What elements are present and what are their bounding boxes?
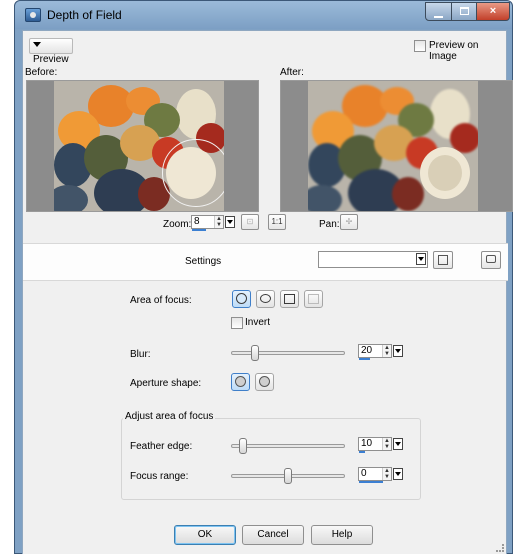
rectangle-disabled-icon	[308, 294, 319, 304]
dialog-window: Depth of Field × Preview Preview on Imag…	[14, 0, 513, 554]
after-preview-pane	[280, 80, 513, 212]
settings-label: Settings	[185, 256, 222, 267]
feather-edge-level-bar	[359, 451, 365, 453]
zoom-spinbox[interactable]: 8 ▲ ▼	[191, 215, 224, 229]
pan-label: Pan:	[319, 219, 340, 230]
zoom-label: Zoom:	[163, 219, 192, 230]
settings-dropdown-button[interactable]	[416, 253, 426, 265]
focus-range-value: 0	[361, 468, 367, 479]
one-to-one-icon[interactable]: 1:1	[268, 214, 286, 230]
adjust-area-group	[121, 418, 421, 500]
lasso-icon	[260, 294, 271, 303]
blur-value: 20	[361, 345, 373, 356]
focus-range-slider-thumb[interactable]	[284, 468, 292, 484]
feather-edge-spinbox[interactable]: 10 ▲ ▼	[358, 437, 392, 451]
circle-icon	[236, 293, 247, 304]
settings-preset-select[interactable]	[318, 251, 428, 268]
resize-grip-icon[interactable]	[496, 544, 504, 552]
before-label: Before:	[25, 67, 58, 78]
after-label: After:	[280, 67, 304, 78]
lasso-focus-button[interactable]	[256, 290, 275, 308]
aperture-round-button[interactable]	[255, 373, 274, 391]
focus-range-level-bar	[359, 481, 383, 483]
rectangle-focus-button[interactable]	[280, 290, 299, 308]
spin-arrows-icon[interactable]: ▲ ▼	[382, 468, 391, 480]
adjust-area-group-title: Adjust area of focus	[123, 411, 216, 422]
blur-label: Blur:	[130, 349, 151, 360]
focus-range-spinbox[interactable]: 0 ▲ ▼	[358, 467, 392, 481]
zoom-value: 8	[194, 216, 200, 227]
cancel-button[interactable]: Cancel	[242, 525, 304, 545]
pan-icon[interactable]: ✢	[340, 214, 358, 230]
blur-dropdown-button[interactable]	[393, 345, 403, 357]
blur-slider-thumb[interactable]	[251, 345, 259, 361]
rectangle-disabled-button	[304, 290, 323, 308]
feather-edge-value: 10	[361, 438, 373, 449]
round-aperture-icon	[259, 376, 270, 387]
preset-options-icon[interactable]	[481, 251, 501, 269]
preview-toggle-label: Preview	[33, 54, 69, 65]
spin-arrows-icon[interactable]: ▲ ▼	[214, 216, 223, 228]
preview-toggle[interactable]: Preview	[29, 38, 73, 65]
help-button[interactable]: Help	[311, 525, 373, 545]
save-preset-icon[interactable]	[433, 251, 453, 269]
blur-level-bar	[359, 358, 370, 360]
feather-edge-label: Feather edge:	[130, 441, 193, 452]
app-icon	[25, 8, 41, 22]
blur-spinbox[interactable]: 20 ▲ ▼	[358, 344, 392, 358]
invert-label: Invert	[245, 317, 271, 328]
titlebar[interactable]: Depth of Field ×	[15, 1, 512, 29]
maximize-icon	[459, 7, 469, 15]
aperture-circle-button[interactable]	[231, 373, 250, 391]
zoom-reset-icon[interactable]: ⊡	[241, 214, 259, 230]
preview-on-image-label: Preview on Image	[429, 40, 479, 62]
before-preview-pane[interactable]	[26, 80, 259, 212]
close-icon: ×	[489, 5, 497, 17]
feather-edge-slider-thumb[interactable]	[239, 438, 247, 454]
circle-aperture-icon	[235, 376, 246, 387]
focus-range-label: Focus range:	[130, 471, 189, 482]
zoom-dropdown-button[interactable]	[225, 216, 235, 228]
dialog-client-area: Preview Preview on Image Before: After: …	[22, 30, 513, 554]
maximize-button[interactable]	[451, 2, 477, 21]
spin-arrows-icon[interactable]: ▲ ▼	[382, 438, 391, 450]
invert-checkbox[interactable]	[231, 317, 243, 329]
blur-slider[interactable]	[231, 351, 345, 355]
feather-edge-dropdown-button[interactable]	[393, 438, 403, 450]
ok-button[interactable]: OK	[174, 525, 236, 545]
spin-arrows-icon[interactable]: ▲ ▼	[382, 345, 391, 357]
window-title: Depth of Field	[47, 8, 122, 22]
zoom-level-bar	[192, 229, 206, 231]
chevron-down-icon	[33, 42, 41, 47]
minimize-icon	[434, 16, 443, 18]
focus-area-circle[interactable]	[162, 139, 224, 207]
feather-edge-slider[interactable]	[231, 444, 345, 448]
circle-focus-button[interactable]	[232, 290, 251, 308]
focus-range-dropdown-button[interactable]	[393, 468, 403, 480]
aperture-shape-label: Aperture shape:	[130, 378, 202, 389]
settings-bar: Settings	[23, 243, 508, 281]
before-photo	[54, 81, 224, 211]
rectangle-icon	[284, 294, 295, 304]
minimize-button[interactable]	[425, 2, 452, 21]
close-button[interactable]: ×	[476, 2, 510, 21]
area-of-focus-label: Area of focus:	[130, 295, 192, 306]
after-photo	[308, 81, 478, 211]
preview-on-image-checkbox[interactable]	[414, 40, 426, 52]
